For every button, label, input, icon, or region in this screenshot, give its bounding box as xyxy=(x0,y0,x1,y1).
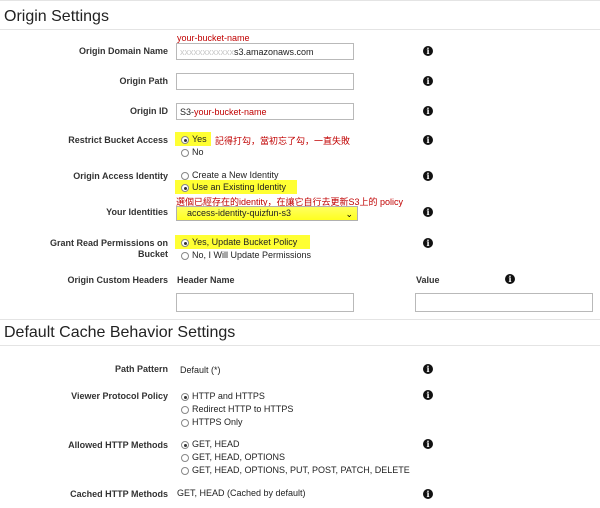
protocol-http-https-radio[interactable] xyxy=(181,393,189,401)
origin-id-label: Origin ID xyxy=(130,106,168,116)
oai-info-icon[interactable]: i xyxy=(423,171,433,181)
methods-get-head-label: GET, HEAD xyxy=(192,439,240,449)
origin-domain-input[interactable]: xxxxxxxxxxxxs3.amazonaws.com xyxy=(176,43,354,60)
methods-all-label: GET, HEAD, OPTIONS, PUT, POST, PATCH, DE… xyxy=(192,465,410,475)
identities-label: Your Identities xyxy=(106,207,168,217)
domain-annotation: your-bucket-name xyxy=(177,33,250,43)
domain-suffix: s3.amazonaws.com xyxy=(234,47,314,57)
origin-id-input[interactable]: S3-your-bucket-name xyxy=(176,103,354,120)
origin-path-input[interactable] xyxy=(176,73,354,90)
custom-headers-label: Origin Custom Headers xyxy=(67,275,168,285)
viewer-protocol-info-icon[interactable]: i xyxy=(423,390,433,400)
viewer-protocol-label: Viewer Protocol Policy xyxy=(71,391,168,401)
grant-yes-radio[interactable] xyxy=(181,239,189,247)
path-pattern-info-icon[interactable]: i xyxy=(423,364,433,374)
origin-settings-title: Origin Settings xyxy=(4,8,109,25)
grant-label-line2: Bucket xyxy=(137,249,168,259)
cached-methods-info-icon[interactable]: i xyxy=(423,489,433,499)
identities-selected: access-identity-quizfun-s3 xyxy=(187,208,292,218)
cached-methods-label: Cached HTTP Methods xyxy=(70,489,168,499)
restrict-yes-radio[interactable] xyxy=(181,136,189,144)
identities-select[interactable]: access-identity-quizfun-s3 ⌄ xyxy=(176,206,358,221)
domain-info-icon[interactable]: i xyxy=(423,46,433,56)
oai-label: Origin Access Identity xyxy=(73,171,168,181)
oai-existing-radio[interactable] xyxy=(181,184,189,192)
restrict-bucket-label: Restrict Bucket Access xyxy=(68,135,168,145)
restrict-no-radio[interactable] xyxy=(181,149,189,157)
chevron-down-icon: ⌄ xyxy=(345,209,353,219)
path-pattern-label: Path Pattern xyxy=(114,364,168,374)
origin-id-annotation: your-bucket-name xyxy=(194,107,267,117)
identities-info-icon[interactable]: i xyxy=(423,207,433,217)
grant-no-label: No, I Will Update Permissions xyxy=(192,250,312,260)
header-value-column: Value xyxy=(416,275,440,285)
path-info-icon[interactable]: i xyxy=(423,76,433,86)
methods-get-head-radio[interactable] xyxy=(181,441,189,449)
path-pattern-value: Default (*) xyxy=(180,365,221,375)
methods-all-radio[interactable] xyxy=(181,467,189,475)
header-value-input[interactable] xyxy=(415,293,593,312)
cache-settings-title: Default Cache Behavior Settings xyxy=(4,324,236,341)
protocol-redirect-radio[interactable] xyxy=(181,406,189,414)
cached-methods-value: GET, HEAD (Cached by default) xyxy=(177,488,306,498)
origin-path-label: Origin Path xyxy=(119,76,168,86)
restrict-annotation: 記得打勾，當初忘了勾，一直失敗 xyxy=(215,136,351,146)
origin-domain-label: Origin Domain Name xyxy=(78,46,168,56)
allowed-methods-label: Allowed HTTP Methods xyxy=(68,440,168,450)
restrict-no-label: No xyxy=(192,147,204,157)
grant-label-line1: Grant Read Permissions on xyxy=(49,238,168,248)
protocol-https-only-label: HTTPS Only xyxy=(192,417,243,427)
grant-info-icon[interactable]: i xyxy=(423,238,433,248)
methods-get-head-options-radio[interactable] xyxy=(181,454,189,462)
domain-hidden-part: xxxxxxxxxxxx xyxy=(180,47,234,57)
header-name-column: Header Name xyxy=(177,275,235,285)
protocol-http-https-label: HTTP and HTTPS xyxy=(192,391,265,401)
grant-no-radio[interactable] xyxy=(181,252,189,260)
origin-id-prefix: S3- xyxy=(180,107,195,117)
headers-info-icon[interactable]: i xyxy=(505,274,515,284)
origin-id-info-icon[interactable]: i xyxy=(423,106,433,116)
restrict-info-icon[interactable]: i xyxy=(423,135,433,145)
oai-create-radio[interactable] xyxy=(181,172,189,180)
allowed-methods-info-icon[interactable]: i xyxy=(423,439,433,449)
protocol-https-only-radio[interactable] xyxy=(181,419,189,427)
protocol-redirect-label: Redirect HTTP to HTTPS xyxy=(192,404,294,414)
header-name-input[interactable] xyxy=(176,293,354,312)
methods-get-head-options-label: GET, HEAD, OPTIONS xyxy=(192,452,286,462)
restrict-yes-label: Yes xyxy=(192,134,207,144)
oai-existing-label: Use an Existing Identity xyxy=(192,182,287,192)
grant-yes-label: Yes, Update Bucket Policy xyxy=(192,237,298,247)
